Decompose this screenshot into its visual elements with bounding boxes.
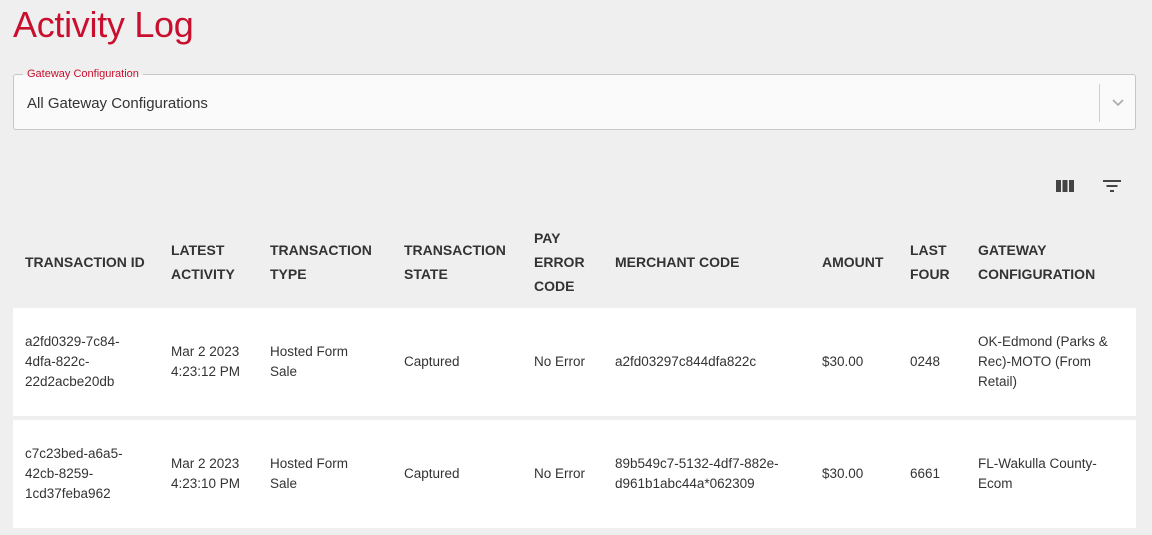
cell-transaction-type: Hosted Form Sale: [270, 456, 349, 491]
cell-pay-error-code: No Error: [534, 466, 586, 481]
cell-last-four: 6661: [910, 466, 941, 481]
gateway-configuration-value: All Gateway Configurations: [27, 95, 208, 112]
column-header-amount[interactable]: AMOUNT: [810, 250, 898, 274]
cell-transaction-type: Hosted Form Sale: [270, 344, 349, 379]
cell-transaction-state: Captured: [404, 354, 460, 369]
cell-gateway-configuration: FL-Wakulla County- Ecom: [978, 456, 1097, 491]
cell-latest-activity: Mar 2 2023 4:23:10 PM: [171, 456, 241, 491]
cell-pay-error-code: No Error: [534, 354, 586, 369]
cell-transaction-id: c7c23bed-a6a5- 42cb-8259- 1cd37feba962: [25, 446, 123, 501]
column-header-transaction-state[interactable]: TRANSACTION STATE: [392, 238, 522, 286]
table-row[interactable]: c7c23bed-a6a5- 42cb-8259- 1cd37feba962 M…: [13, 420, 1136, 528]
cell-gateway-configuration: OK-Edmond (Parks & Rec)-MOTO (From Retai…: [978, 334, 1108, 389]
chevron-down-icon[interactable]: [1111, 95, 1125, 109]
column-header-transaction-id[interactable]: TRANSACTION ID: [13, 250, 159, 274]
columns-icon[interactable]: [1055, 176, 1075, 196]
cell-merchant-code: a2fd03297c844dfa822c: [615, 354, 757, 369]
page-title: Activity Log: [13, 4, 194, 45]
column-header-merchant-code[interactable]: MERCHANT CODE: [603, 250, 810, 274]
gateway-configuration-label: Gateway Configuration: [23, 68, 143, 81]
table-header: TRANSACTION ID LATEST ACTIVITY TRANSACTI…: [13, 216, 1136, 308]
cell-amount: $30.00: [822, 354, 864, 369]
column-header-latest-activity[interactable]: LATEST ACTIVITY: [159, 238, 258, 286]
column-header-pay-error-code[interactable]: PAY ERROR CODE: [522, 226, 603, 298]
column-header-gateway-configuration[interactable]: GATEWAY CONFIGURATION: [966, 238, 1136, 286]
cell-transaction-id: a2fd0329-7c84- 4dfa-822c- 22d2acbe20db: [25, 334, 120, 389]
cell-transaction-state: Captured: [404, 466, 460, 481]
select-divider: [1099, 84, 1100, 122]
cell-last-four: 0248: [910, 354, 941, 369]
filter-icon[interactable]: [1102, 176, 1122, 196]
cell-merchant-code: 89b549c7-5132-4df7-882e- d961b1abc44a*06…: [615, 456, 779, 491]
table-row[interactable]: a2fd0329-7c84- 4dfa-822c- 22d2acbe20db M…: [13, 308, 1136, 416]
cell-latest-activity: Mar 2 2023 4:23:12 PM: [171, 344, 241, 379]
activity-table: TRANSACTION ID LATEST ACTIVITY TRANSACTI…: [13, 216, 1136, 532]
gateway-configuration-select[interactable]: Gateway Configuration All Gateway Config…: [13, 68, 1136, 130]
cell-amount: $30.00: [822, 466, 864, 481]
column-header-last-four[interactable]: LAST FOUR: [898, 238, 966, 286]
column-header-transaction-type[interactable]: TRANSACTION TYPE: [258, 238, 392, 286]
